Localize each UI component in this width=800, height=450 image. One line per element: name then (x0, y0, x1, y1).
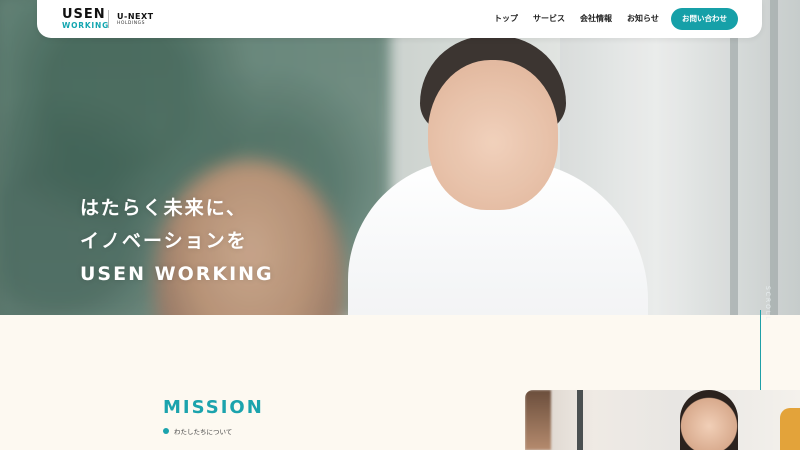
mission-subtitle: わたしたちについて (163, 426, 232, 436)
hero-line-3: USEN WORKING (80, 263, 274, 285)
bullet-dot (163, 428, 169, 434)
scroll-indicator[interactable]: SCROLL (760, 250, 774, 400)
mission-subtitle-text: わたしたちについて (174, 428, 233, 436)
contact-button[interactable]: お問い合わせ (671, 8, 738, 30)
nav-top[interactable]: トップ (494, 13, 518, 24)
usen-working-logo[interactable]: USEN WORKING (62, 8, 109, 30)
unext-holdings-logo: U-NEXT HOLDINGS (117, 12, 154, 27)
scroll-label: SCROLL (764, 286, 771, 322)
mission-title: MISSION (163, 397, 264, 418)
logo-divider (108, 10, 109, 28)
hero-line-1: はたらく未来に、 (80, 197, 248, 219)
hero-catchcopy: はたらく未来に、 イノベーションを USEN WORKING (80, 192, 274, 291)
scroll-line (760, 310, 761, 400)
nav-service[interactable]: サービス (533, 13, 565, 24)
mission-photo (525, 390, 800, 450)
nav-company[interactable]: 会社情報 (580, 13, 612, 24)
site-header: USEN WORKING U-NEXT HOLDINGS トップ サービス 会社… (37, 0, 762, 38)
global-nav: トップ サービス 会社情報 お知らせ (494, 13, 674, 24)
hero-line-2: イノベーションを (80, 230, 248, 252)
nav-news[interactable]: お知らせ (627, 13, 659, 24)
hero-section: はたらく未来に、 イノベーションを USEN WORKING (0, 0, 800, 315)
